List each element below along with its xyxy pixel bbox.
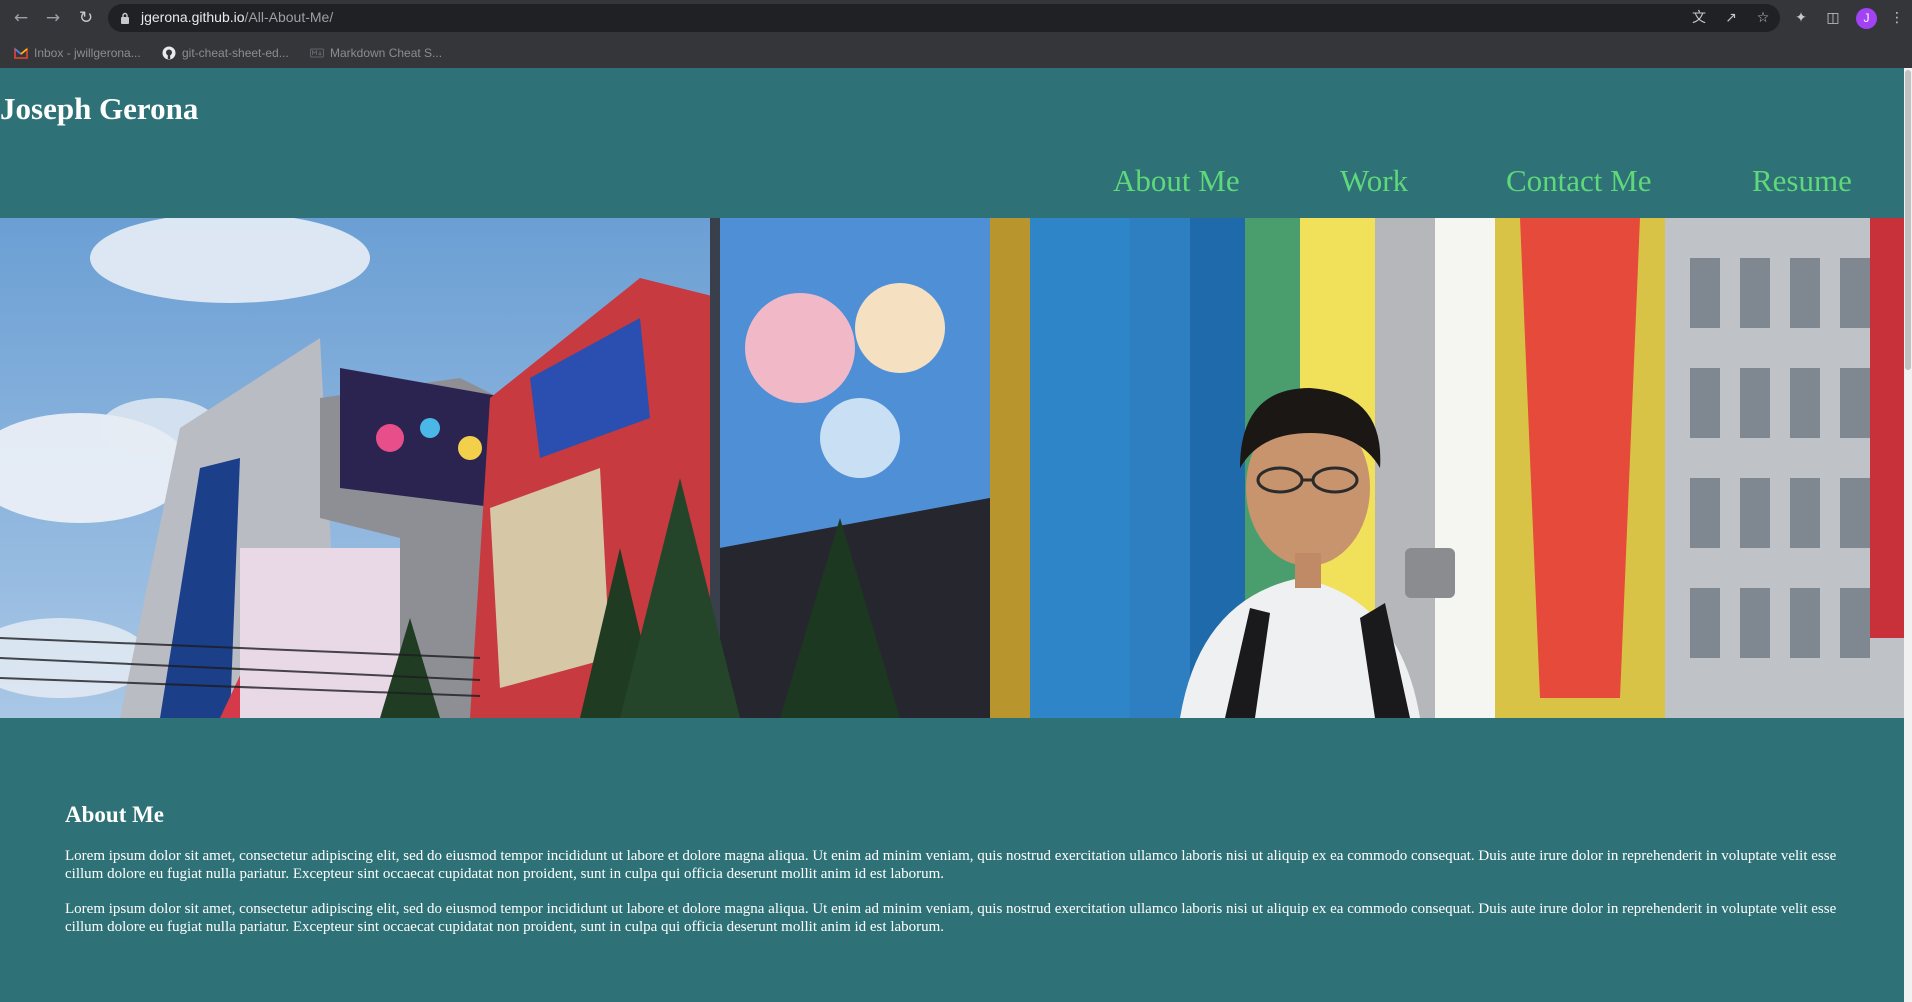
- url-text[interactable]: jgerona.github.io/All-About-Me/: [141, 9, 333, 25]
- browser-chrome: ← → ↻ jgerona.github.io/All-About-Me/ 文 …: [0, 0, 1912, 68]
- bookmark-inbox[interactable]: Inbox - jwillgerona...: [14, 43, 141, 63]
- scrollbar-thumb[interactable]: [1905, 70, 1911, 370]
- github-icon: [162, 46, 176, 60]
- avatar[interactable]: J: [1856, 8, 1877, 29]
- nav-link-about-me[interactable]: About Me: [1113, 163, 1240, 199]
- main-nav: About Me Work Contact Me Resume: [0, 163, 1904, 203]
- kebab-menu-icon[interactable]: ⋮: [1887, 8, 1907, 28]
- address-bar[interactable]: jgerona.github.io/All-About-Me/ 文 ↗ ☆: [108, 4, 1780, 32]
- about-section: About Me Lorem ipsum dolor sit amet, con…: [65, 802, 1845, 954]
- gmail-icon: [14, 47, 28, 59]
- forward-arrow-icon[interactable]: →: [40, 6, 66, 30]
- puzzle-icon[interactable]: ✦: [1791, 8, 1811, 28]
- nav-link-work[interactable]: Work: [1340, 163, 1408, 199]
- about-heading: About Me: [65, 802, 165, 827]
- url-host: jgerona.github.io: [141, 9, 245, 25]
- bookmark-label: Markdown Cheat S...: [330, 46, 443, 60]
- bookmark-label: git-cheat-sheet-ed...: [182, 46, 289, 60]
- page-body: Joseph Gerona About Me Work Contact Me R…: [0, 68, 1904, 1002]
- side-panel-icon[interactable]: ◫: [1823, 8, 1843, 28]
- hero-photo: [0, 218, 1904, 718]
- share-icon[interactable]: ↗: [1722, 9, 1740, 27]
- about-paragraph: Lorem ipsum dolor sit amet, consectetur …: [65, 901, 1837, 935]
- back-arrow-icon[interactable]: ←: [8, 6, 34, 30]
- site-title: Joseph Gerona: [0, 91, 199, 126]
- about-paragraph: Lorem ipsum dolor sit amet, consectetur …: [65, 848, 1837, 882]
- markdown-icon: [310, 48, 324, 58]
- browser-toolbar: ← → ↻ jgerona.github.io/All-About-Me/ 文 …: [0, 0, 1912, 36]
- bookmarks-bar: Inbox - jwillgerona... git-cheat-sheet-e…: [0, 38, 1912, 68]
- translate-icon[interactable]: 文: [1690, 9, 1708, 27]
- bookmark-label: Inbox - jwillgerona...: [34, 46, 141, 60]
- bookmark-git-cheat-sheet[interactable]: git-cheat-sheet-ed...: [162, 43, 289, 63]
- nav-link-contact-me[interactable]: Contact Me: [1506, 163, 1652, 199]
- hero-image: [0, 218, 1904, 718]
- star-icon[interactable]: ☆: [1754, 9, 1772, 27]
- lock-icon: [121, 12, 129, 24]
- url-path: /All-About-Me/: [244, 9, 334, 25]
- reload-icon[interactable]: ↻: [73, 6, 99, 30]
- page-scrollbar[interactable]: [1904, 68, 1912, 1002]
- bookmark-markdown[interactable]: Markdown Cheat S...: [310, 43, 442, 63]
- nav-link-resume[interactable]: Resume: [1752, 163, 1852, 199]
